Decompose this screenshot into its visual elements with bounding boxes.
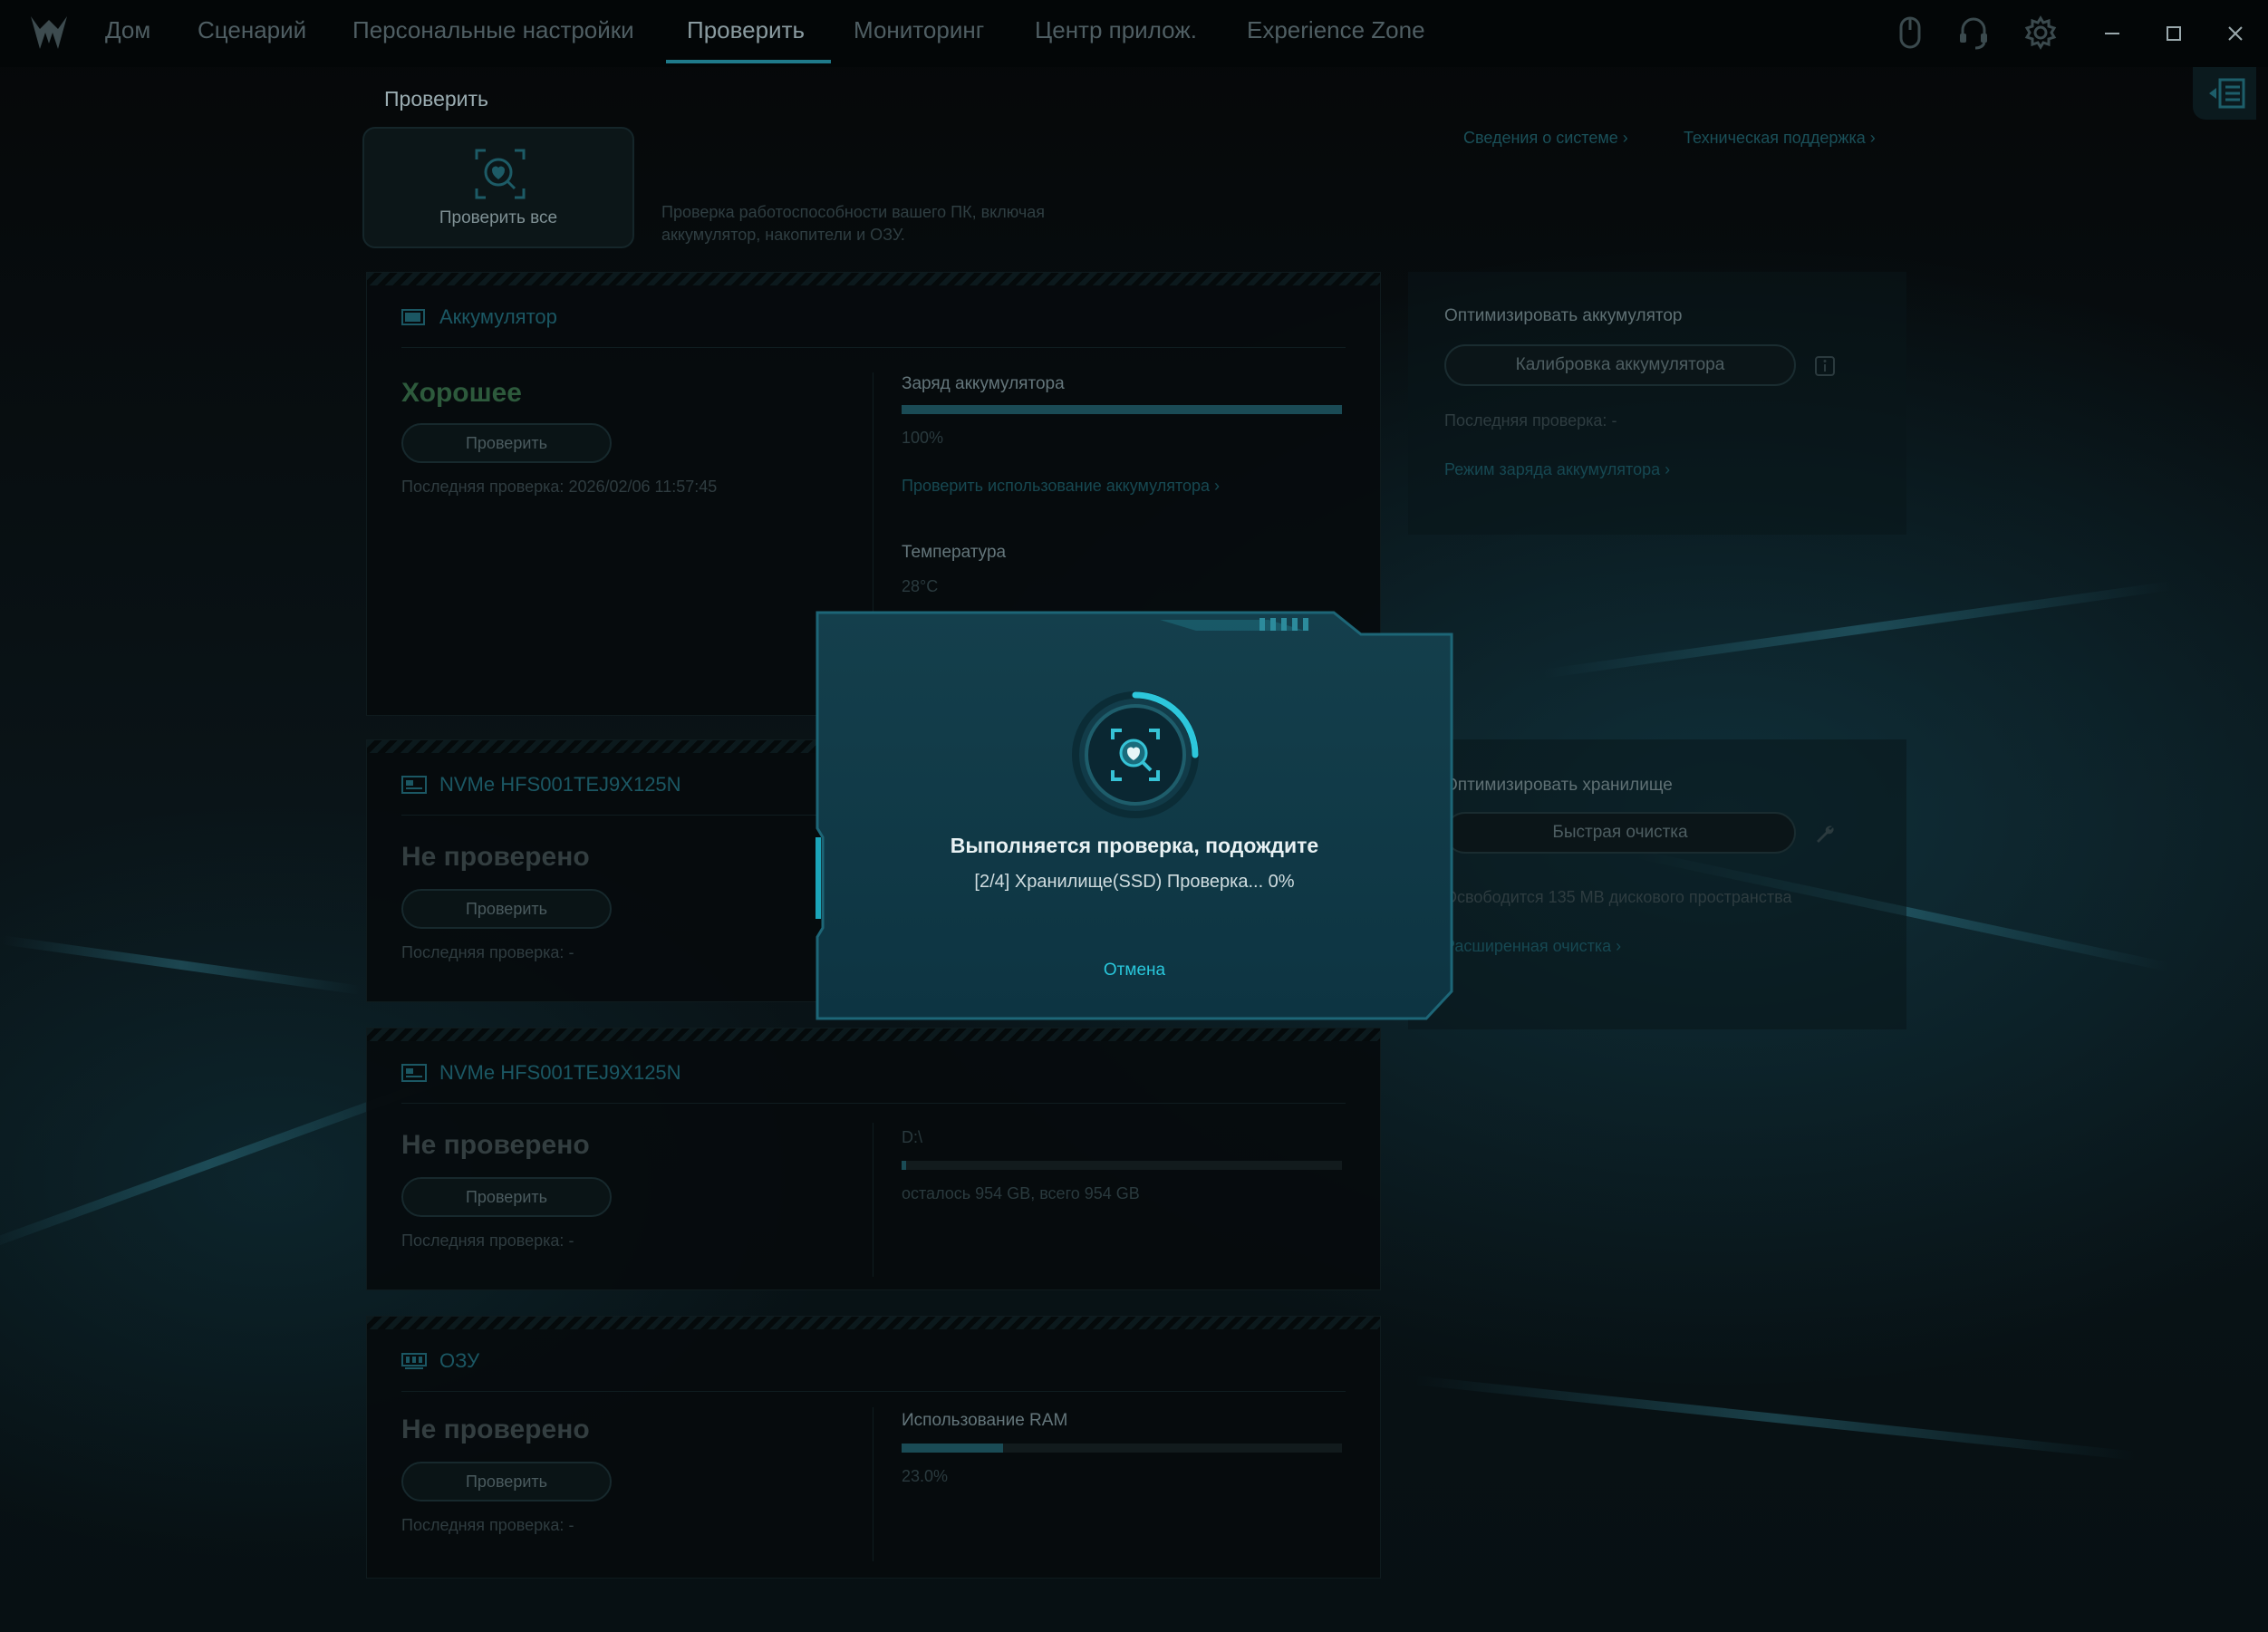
info-icon[interactable] [1814, 355, 1836, 377]
progress-spinner [1072, 691, 1199, 818]
dialog-progress-text: [2/4] Хранилище(SSD) Проверка... 0% [974, 872, 1295, 892]
panel-collapse-icon [2209, 78, 2245, 109]
ssd-icon [401, 1064, 427, 1082]
battery-icon [401, 309, 425, 325]
mouse-icon[interactable] [1894, 15, 1926, 50]
divider [401, 1103, 1346, 1104]
close-button[interactable] [2222, 20, 2249, 47]
check-all-label: Проверить все [439, 208, 558, 227]
battery-optimize-last-check: Последняя проверка: - [1444, 411, 1617, 430]
light-streak [1414, 1376, 2138, 1461]
check-all-button[interactable]: Проверить все [362, 127, 634, 248]
tab-experience-zone[interactable]: Experience Zone [1247, 16, 1425, 44]
ssd2-status: Не проверено [401, 1130, 590, 1160]
storage-optimize-title: Оптимизировать хранилище [1444, 776, 1673, 795]
section-stripe [367, 1028, 1380, 1041]
ssd2-check-button[interactable]: Проверить [401, 1177, 612, 1217]
maximize-button[interactable] [2160, 20, 2187, 47]
wrench-icon[interactable] [1814, 823, 1836, 845]
section-stripe [367, 1317, 1380, 1329]
tab-home[interactable]: Дом [105, 16, 150, 44]
ram-icon [401, 1353, 427, 1369]
ram-usage-bar [902, 1444, 1342, 1453]
active-tab-indicator [666, 60, 831, 63]
battery-usage-link[interactable]: Проверить использование аккумулятора › [902, 477, 1220, 496]
cancel-button[interactable]: Отмена [1089, 961, 1180, 980]
section-stripe [367, 273, 1380, 285]
check-all-description: Проверка работоспособности вашего ПК, вк… [661, 203, 1045, 244]
system-info-link[interactable]: Сведения о системе › [1463, 129, 1628, 148]
tab-personal-settings[interactable]: Персональные настройки [352, 16, 634, 44]
divider [401, 347, 1346, 348]
ram-section: ОЗУ Не проверено Проверить Последняя про… [366, 1316, 1381, 1579]
battery-optimize-title: Оптимизировать аккумулятор [1444, 306, 1683, 325]
ram-status: Не проверено [401, 1415, 590, 1444]
section-title: ОЗУ [439, 1349, 480, 1372]
tab-check[interactable]: Проверить [687, 16, 805, 44]
side-panel-toggle[interactable] [2193, 67, 2256, 120]
battery-check-button[interactable]: Проверить [401, 423, 612, 463]
drive-usage-bar [902, 1161, 1342, 1170]
headset-support-icon[interactable] [1957, 15, 1990, 50]
ram-check-button[interactable]: Проверить [401, 1462, 612, 1502]
divider [401, 1391, 1346, 1392]
health-scan-icon [475, 149, 526, 199]
battery-optimize-panel: Оптимизировать аккумулятор Калибровка ак… [1408, 272, 1906, 535]
ram-usage-label: Использование RAM [902, 1411, 1068, 1430]
predator-logo-icon [31, 16, 67, 49]
drive-usage-text: осталось 954 GB, всего 954 GB [902, 1184, 1140, 1202]
drive-usage-bar-fill [902, 1161, 906, 1170]
tab-scenario[interactable]: Сценарий [198, 16, 306, 44]
ssd1-check-button[interactable]: Проверить [401, 889, 612, 929]
minimize-button[interactable] [2099, 20, 2126, 47]
ssd1-last-check: Последняя проверка: - [401, 943, 574, 961]
ram-usage-bar-fill [902, 1444, 1003, 1453]
ssd2-last-check: Последняя проверка: - [401, 1231, 574, 1250]
light-streak [1542, 581, 2173, 679]
ssd1-status: Не проверено [401, 842, 590, 872]
temperature-label: Температура [902, 543, 1007, 562]
tab-app-center[interactable]: Центр прилож. [1035, 16, 1197, 44]
drive-label: D:\ [902, 1128, 923, 1146]
ram-last-check: Последняя проверка: - [401, 1516, 574, 1534]
ssd-icon [401, 776, 427, 794]
charge-bar-fill [902, 405, 1342, 414]
tab-monitoring[interactable]: Мониторинг [854, 16, 984, 44]
light-streak [1, 935, 362, 995]
tech-support-link[interactable]: Техническая поддержка › [1684, 129, 1876, 148]
ssd-section-2: NVMe HFS001TEJ9X125N Не проверено Провер… [366, 1028, 1381, 1290]
charge-bar [902, 405, 1342, 414]
temperature-value: 28°C [902, 577, 939, 595]
title-bar: Дом Сценарий Персональные настройки Пров… [0, 0, 2268, 67]
calibrate-battery-button[interactable]: Калибровка аккумулятора [1444, 344, 1796, 386]
section-title: NVMe HFS001TEJ9X125N [439, 1061, 681, 1084]
ram-usage-value: 23.0% [902, 1467, 949, 1485]
charge-label: Заряд аккумулятора [902, 374, 1065, 393]
gear-icon[interactable] [2024, 15, 2057, 50]
page-title: Проверить [384, 87, 489, 111]
charge-value: 100% [902, 429, 944, 447]
dialog-title: Выполняется проверка, подождите [950, 834, 1319, 857]
charge-mode-link[interactable]: Режим заряда аккумулятора › [1444, 460, 1670, 479]
storage-freed-text: Освободится 135 MB дискового пространств… [1444, 888, 1792, 906]
advanced-clean-link[interactable]: Расширенная очистка › [1444, 937, 1621, 956]
quick-clean-button[interactable]: Быстрая очистка [1444, 812, 1796, 854]
battery-last-check: Последняя проверка: 2026/02/06 11:57:45 [401, 478, 718, 496]
storage-optimize-panel: Оптимизировать хранилище Быстрая очистка… [1408, 739, 1906, 1029]
battery-status: Хорошее [401, 378, 522, 408]
section-title: NVMe HFS001TEJ9X125N [439, 773, 681, 796]
section-title: Аккумулятор [439, 305, 557, 328]
